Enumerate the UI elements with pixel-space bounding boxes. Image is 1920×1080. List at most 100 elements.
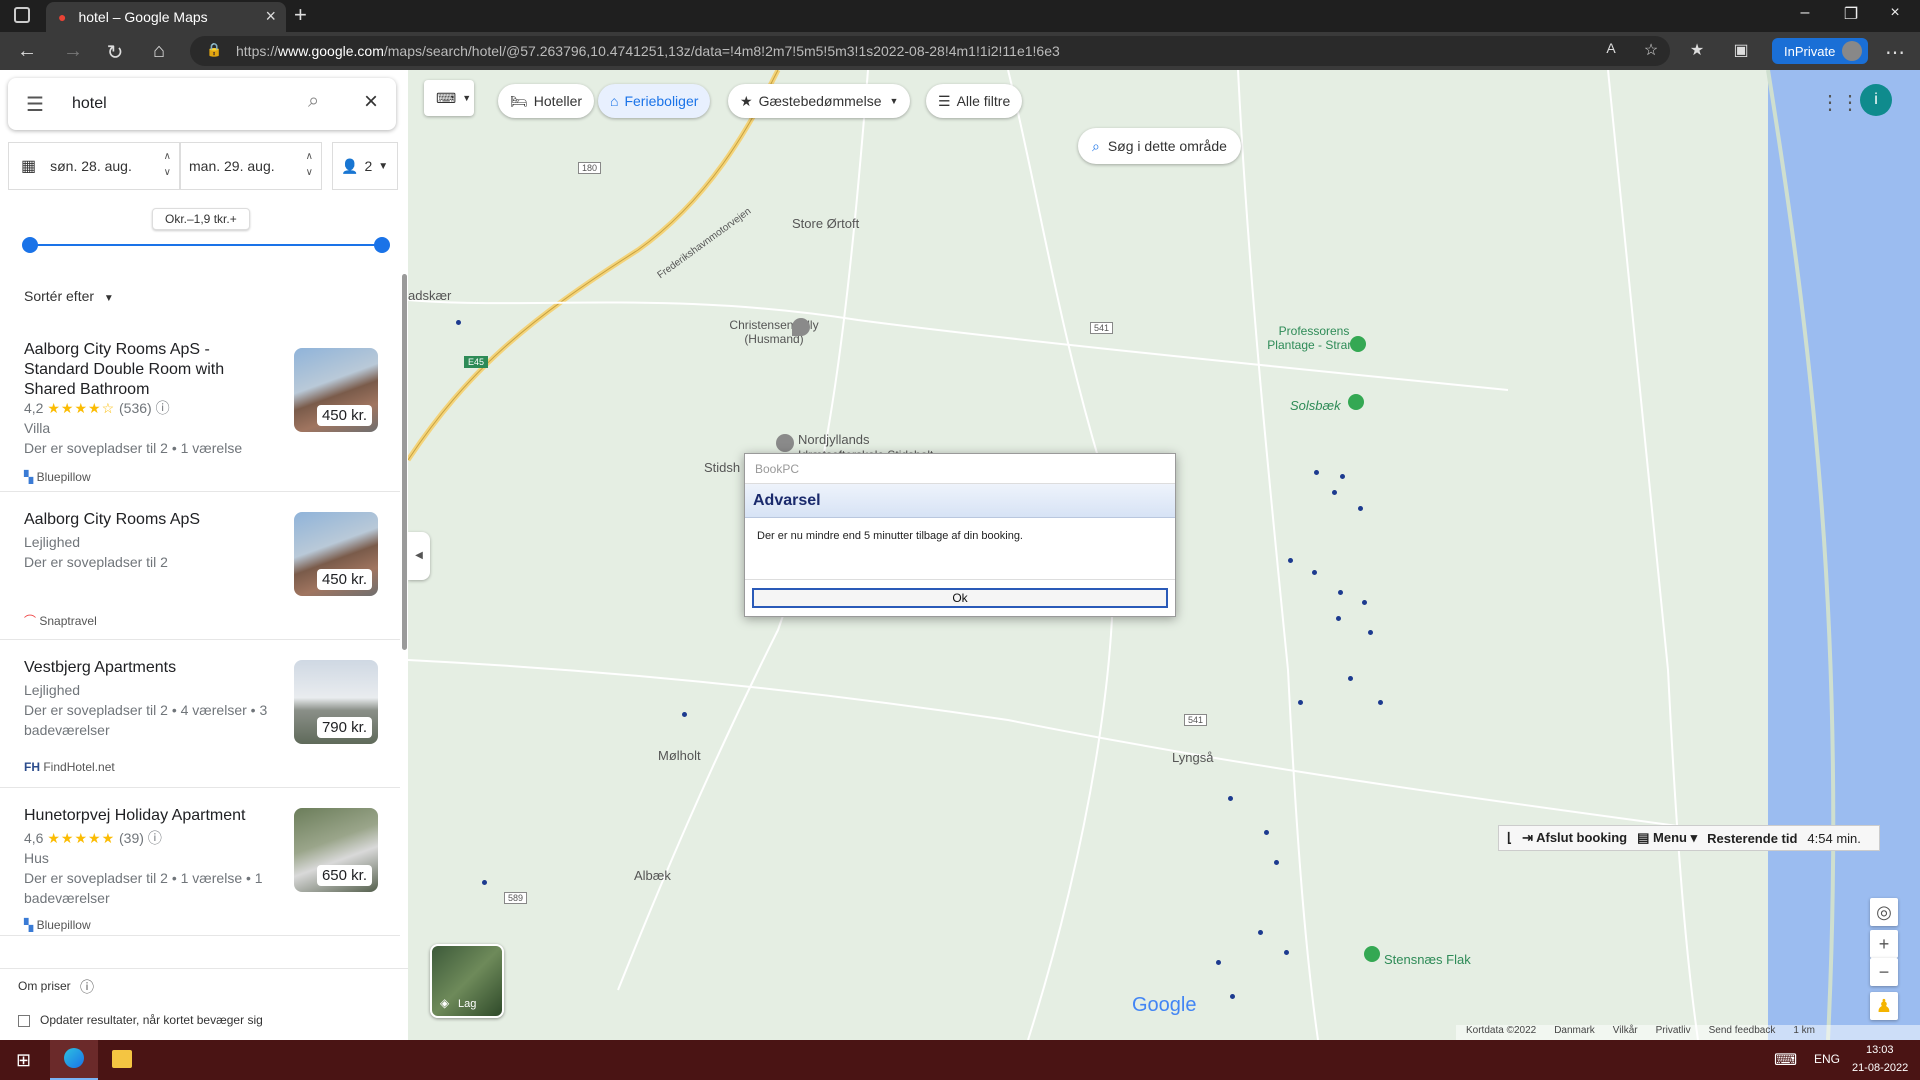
filter-rating-chip[interactable]: ★ Gæstebedømmelse ▼: [728, 84, 911, 118]
more-icon[interactable]: ⋯: [1880, 40, 1910, 65]
park-pin-icon[interactable]: [1348, 394, 1364, 410]
url-field[interactable]: 🔒 https://www.google.com/maps/search/hot…: [190, 36, 1670, 66]
tab-actions-icon[interactable]: [14, 7, 30, 23]
inprivate-badge[interactable]: InPrivate: [1772, 38, 1868, 64]
home-button[interactable]: ⌂: [144, 40, 174, 63]
account-avatar[interactable]: i: [1860, 84, 1892, 116]
result-title[interactable]: Hunetorpvej Holiday Apartment: [24, 806, 274, 826]
map-scale[interactable]: 1 km: [1793, 1025, 1815, 1040]
info-icon[interactable]: ⓘ: [148, 830, 162, 846]
zoom-out-button[interactable]: −: [1870, 958, 1898, 986]
my-location-button[interactable]: ◎: [1870, 898, 1898, 926]
checkout-stepper-icon[interactable]: ∧ ∨: [306, 149, 313, 181]
listing-marker[interactable]: [1230, 994, 1235, 999]
listing-marker[interactable]: [1216, 960, 1221, 965]
read-aloud-icon[interactable]: A: [1596, 40, 1626, 56]
menu-icon[interactable]: ☰: [26, 92, 44, 117]
panel-scrollbar[interactable]: [402, 274, 407, 650]
listing-marker[interactable]: [1332, 490, 1337, 495]
listing-marker[interactable]: [1336, 616, 1341, 621]
close-tab-icon[interactable]: ×: [265, 6, 276, 27]
map-privacy-link[interactable]: Privatliv: [1656, 1025, 1691, 1040]
search-icon[interactable]: ⌕: [308, 90, 319, 113]
location-pin-icon[interactable]: [792, 318, 810, 336]
end-booking-button[interactable]: ⇥ Afslut booking: [1522, 830, 1627, 846]
listing-marker[interactable]: [1314, 470, 1319, 475]
price-slider-min-handle[interactable]: [22, 237, 38, 253]
collapse-panel-handle[interactable]: ◀: [408, 532, 430, 580]
result-photo[interactable]: 790 kr.: [294, 660, 378, 744]
park-pin-icon[interactable]: [1364, 946, 1380, 962]
forward-button[interactable]: →: [58, 40, 88, 63]
about-prices[interactable]: Om priser: [18, 979, 71, 993]
listing-marker[interactable]: [1274, 860, 1279, 865]
sort-dropdown[interactable]: Sortér efter ▼: [24, 288, 114, 304]
listing-marker[interactable]: [1378, 700, 1383, 705]
edge-app-icon[interactable]: [50, 1040, 98, 1080]
pegman-icon[interactable]: ♟: [1870, 992, 1898, 1020]
result-item[interactable]: Vestbjerg Apartments Lejlighed Der er so…: [0, 640, 400, 788]
favorites-icon[interactable]: ★: [1682, 40, 1712, 60]
keyboard-toggle[interactable]: ⌨ ▼: [424, 80, 474, 116]
filter-vacation-chip[interactable]: ⌂ Ferieboliger: [598, 84, 711, 118]
new-tab-button[interactable]: +: [294, 2, 307, 28]
checkout-field[interactable]: man. 29. aug. ∧ ∨: [180, 142, 322, 190]
search-area-button[interactable]: ⌕ Søg i dette område: [1078, 128, 1241, 164]
listing-marker[interactable]: [1228, 796, 1233, 801]
send-feedback-link[interactable]: Send feedback: [1709, 1025, 1776, 1040]
search-input[interactable]: hotel: [72, 95, 107, 113]
collections-icon[interactable]: ▣: [1726, 40, 1756, 60]
listing-marker[interactable]: [1284, 950, 1289, 955]
map-terms-link[interactable]: Vilkår: [1613, 1025, 1638, 1040]
clear-search-icon[interactable]: ×: [364, 88, 378, 116]
result-title[interactable]: Vestbjerg Apartments: [24, 658, 274, 678]
result-photo[interactable]: 450 kr.: [294, 348, 378, 432]
menu-button[interactable]: ▤ Menu ▾: [1637, 830, 1697, 846]
clock-time[interactable]: 13:03: [1866, 1044, 1894, 1056]
listing-marker[interactable]: [1340, 474, 1345, 479]
info-icon[interactable]: ⓘ: [156, 400, 170, 416]
listing-marker[interactable]: [1362, 600, 1367, 605]
price-slider-max-handle[interactable]: [374, 237, 390, 253]
update-results-checkbox[interactable]: [18, 1015, 30, 1027]
ok-button[interactable]: Ok: [752, 588, 1168, 608]
map-country[interactable]: Danmark: [1554, 1025, 1595, 1040]
listing-marker[interactable]: [1368, 630, 1373, 635]
result-photo[interactable]: 450 kr.: [294, 512, 378, 596]
listing-marker[interactable]: [1258, 930, 1263, 935]
listing-marker[interactable]: [1312, 570, 1317, 575]
filter-hotels-chip[interactable]: 🛏 Hoteller: [498, 84, 595, 118]
restore-button[interactable]: ❐: [1828, 4, 1874, 24]
listing-marker[interactable]: [1348, 676, 1353, 681]
guests-field[interactable]: 👤 2 ▼: [332, 142, 398, 190]
input-language[interactable]: ENG: [1814, 1052, 1840, 1066]
reload-button[interactable]: ↻: [100, 40, 130, 65]
checkin-stepper-icon[interactable]: ∧ ∨: [164, 149, 171, 181]
info-icon[interactable]: ⓘ: [80, 977, 94, 997]
result-photo[interactable]: 650 kr.: [294, 808, 378, 892]
result-item[interactable]: Hunetorpvej Holiday Apartment 4,6 ★★★★★ …: [0, 788, 400, 936]
school-pin-icon[interactable]: [776, 434, 794, 452]
filter-all-chip[interactable]: ☰ Alle filtre: [926, 84, 1023, 118]
result-source[interactable]: ▚ Bluepillow: [24, 470, 91, 484]
park-pin-icon[interactable]: [1350, 336, 1366, 352]
result-source[interactable]: FH FindHotel.net: [24, 760, 115, 774]
listing-marker[interactable]: [482, 880, 487, 885]
layers-button[interactable]: ◈ Lag: [430, 944, 504, 1018]
listing-marker[interactable]: [456, 320, 461, 325]
windows-start-icon[interactable]: ⊞: [16, 1050, 31, 1071]
keyboard-icon[interactable]: ⌨: [1774, 1050, 1797, 1070]
file-explorer-icon[interactable]: [112, 1050, 132, 1068]
minimize-button[interactable]: –: [1782, 4, 1828, 22]
add-favorite-icon[interactable]: ☆: [1636, 40, 1666, 60]
browser-tab[interactable]: ● hotel – Google Maps ×: [46, 2, 286, 32]
zoom-in-button[interactable]: +: [1870, 930, 1898, 958]
listing-marker[interactable]: [1358, 506, 1363, 511]
listing-marker[interactable]: [1338, 590, 1343, 595]
result-title[interactable]: Aalborg City Rooms ApS: [24, 510, 274, 530]
checkin-field[interactable]: ▦ søn. 28. aug. ∧ ∨: [8, 142, 180, 190]
result-item[interactable]: Aalborg City Rooms ApS Lejlighed Der er …: [0, 492, 400, 640]
back-button[interactable]: ←: [12, 40, 42, 63]
clock-date[interactable]: 21-08-2022: [1852, 1062, 1908, 1074]
result-source[interactable]: ▚ Bluepillow: [24, 918, 91, 932]
